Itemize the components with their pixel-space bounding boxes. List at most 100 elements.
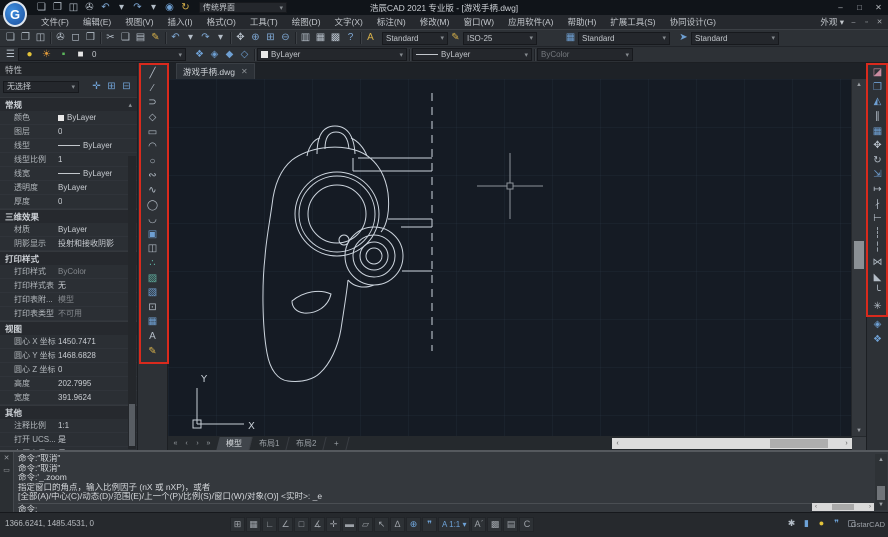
chamfer-icon[interactable]: ◣	[870, 270, 886, 285]
command-window[interactable]: ✕ ▭ 命令:"取消"命令:"取消"命令:'_.zoom指定窗口的角点，输入比例…	[0, 450, 888, 512]
dynamic-input-icon[interactable]: ✛	[326, 517, 341, 532]
lineweight-display-icon[interactable]: ▬	[342, 517, 357, 532]
layout-last-icon[interactable]: »	[203, 437, 214, 449]
chevron-down-icon[interactable]: ▾	[276, 4, 283, 12]
selection-cycling-icon[interactable]: ↖	[374, 517, 389, 532]
menu-item-2[interactable]: 视图(V)	[118, 16, 160, 28]
menu-item-6[interactable]: 绘图(D)	[285, 16, 328, 28]
new-layout-tab[interactable]: +	[324, 437, 349, 450]
menu-item-5[interactable]: 工具(T)	[243, 16, 285, 28]
section-header[interactable]: 打印样式▴	[0, 251, 137, 265]
collapse-icon[interactable]: ▴	[128, 101, 132, 109]
scroll-up-icon[interactable]: ▲	[875, 454, 887, 465]
polygon-icon[interactable]: ◇	[145, 111, 161, 126]
undo-icon[interactable]: ↶	[168, 31, 183, 45]
extend-icon[interactable]: ⊢	[870, 212, 886, 227]
quick-select-icon[interactable]: ⊟	[119, 80, 134, 94]
refresh-icon[interactable]: ↻	[178, 1, 193, 15]
layout-tab-2[interactable]: 布局2	[287, 437, 328, 450]
palette-scrollbar[interactable]	[128, 156, 136, 449]
performance-icon[interactable]: ▮	[800, 517, 813, 530]
property-row[interactable]: 宽度391.9624	[0, 391, 137, 405]
section-header[interactable]: 三维效果▴	[0, 209, 137, 223]
chevron-down-icon[interactable]: ▾	[396, 51, 403, 59]
tips-bulb-icon[interactable]: ●	[815, 517, 828, 530]
property-row[interactable]: 高度202.7995	[0, 377, 137, 391]
menu-item-3[interactable]: 插入(I)	[161, 16, 200, 28]
join-icon[interactable]: ⋈	[870, 256, 886, 271]
copy-icon[interactable]: ❑	[118, 31, 133, 45]
layer-lock-icon[interactable]: ▪	[56, 48, 71, 62]
calculator-icon[interactable]: ▩	[328, 31, 343, 45]
command-hscroll-thumb[interactable]	[832, 504, 854, 510]
chevron-down-icon[interactable]: ▾	[68, 83, 75, 91]
comments-icon[interactable]: ❞	[422, 517, 437, 532]
ellipse-icon[interactable]: ◯	[145, 198, 161, 213]
doc-minimize-button[interactable]: –	[847, 17, 860, 28]
toggle-pickadd-icon[interactable]: ✛	[89, 80, 104, 94]
new-file-icon[interactable]: ❏	[3, 31, 18, 45]
close-button[interactable]: ✕	[869, 1, 888, 14]
property-row[interactable]: 圆心 Y 坐标1468.6828	[0, 349, 137, 363]
menu-item-11[interactable]: 应用软件(A)	[501, 16, 560, 28]
designcenter-icon[interactable]: ▦	[313, 31, 328, 45]
redo-dropdown-icon[interactable]: ▾	[146, 1, 161, 15]
appearance-menu[interactable]: 外观 ▾	[820, 16, 844, 28]
circle-icon[interactable]: ○	[145, 155, 161, 170]
redo-icon[interactable]: ↷	[130, 1, 145, 15]
save-file-icon[interactable]: ◫	[66, 1, 81, 15]
minimize-button[interactable]: –	[831, 1, 850, 14]
paste-icon[interactable]: ▤	[133, 31, 148, 45]
canvas-vertical-scrollbar[interactable]: ▲ ▼	[851, 79, 866, 436]
settings-gear-icon[interactable]: ✱	[785, 517, 798, 530]
menu-item-0[interactable]: 文件(F)	[34, 16, 76, 28]
hatch-icon[interactable]: ▨	[145, 271, 161, 286]
layer-on-bulb-icon[interactable]: ●	[22, 48, 37, 62]
chevron-down-icon[interactable]: ▾	[437, 34, 444, 42]
zoom-window-icon[interactable]: ⊞	[263, 31, 278, 45]
new-file-icon[interactable]: ❏	[34, 1, 49, 15]
layout-tab-1[interactable]: 布局1	[249, 437, 290, 450]
property-row[interactable]: 厚度0	[0, 195, 137, 209]
undo-dropdown-icon[interactable]: ▾	[114, 1, 129, 15]
menu-item-8[interactable]: 标注(N)	[370, 16, 413, 28]
quick-zoom-icon[interactable]: ⊕	[406, 517, 421, 532]
scroll-right-icon[interactable]: ›	[841, 440, 852, 447]
point-icon[interactable]: ∴	[145, 257, 161, 272]
maximize-button[interactable]: □	[850, 1, 869, 14]
table-icon[interactable]: ▦	[145, 315, 161, 330]
make-object-layer-current-icon[interactable]: ❖	[192, 48, 207, 62]
isodraft-icon[interactable]: ▩	[487, 517, 502, 532]
table-style-icon[interactable]: ▦	[563, 31, 578, 45]
array-icon[interactable]: ▦	[870, 124, 886, 139]
property-row[interactable]: 打印样式表无	[0, 279, 137, 293]
section-header[interactable]: 视图▴	[0, 321, 137, 335]
command-horizontal-scrollbar[interactable]: ‹ ›	[812, 503, 874, 511]
property-row[interactable]: 注释比例1:1	[0, 419, 137, 433]
zoom-realtime-icon[interactable]: ⊕	[248, 31, 263, 45]
stretch-icon[interactable]: ↦	[870, 183, 886, 198]
rotate-icon[interactable]: ↻	[870, 154, 886, 169]
properties-palette-icon[interactable]: ▥	[298, 31, 313, 45]
chevron-down-icon[interactable]: ▾	[526, 34, 533, 42]
palette-title[interactable]: 特性	[0, 63, 137, 76]
clean-screen-icon[interactable]: C	[519, 517, 534, 532]
undo-dropdown-icon[interactable]: ▾	[183, 31, 198, 45]
polyline-icon[interactable]: ⊃	[145, 96, 161, 111]
chevron-down-icon[interactable]: ▾	[521, 51, 528, 59]
command-scroll-thumb[interactable]	[877, 486, 885, 500]
undo-icon[interactable]: ↶	[98, 1, 113, 15]
explode-icon[interactable]: ✳	[870, 300, 886, 315]
doc-close-button[interactable]: ✕	[873, 17, 886, 28]
redo-dropdown-icon[interactable]: ▾	[213, 31, 228, 45]
property-row[interactable]: 材质ByLayer	[0, 223, 137, 237]
color-combo[interactable]: ByLayer ▾	[257, 48, 407, 61]
property-row[interactable]: 打印样式ByColor	[0, 265, 137, 279]
mirror-icon[interactable]: ◭	[870, 95, 886, 110]
redo-icon[interactable]: ↷	[198, 31, 213, 45]
mleader-style-combo[interactable]: Standard▾	[691, 32, 779, 45]
linetype-combo[interactable]: ByLayer ▾	[412, 48, 532, 61]
workspace-switch-icon[interactable]: ▤	[503, 517, 518, 532]
property-row[interactable]: 打印表附...模型	[0, 293, 137, 307]
spline-icon[interactable]: ∿	[145, 184, 161, 199]
